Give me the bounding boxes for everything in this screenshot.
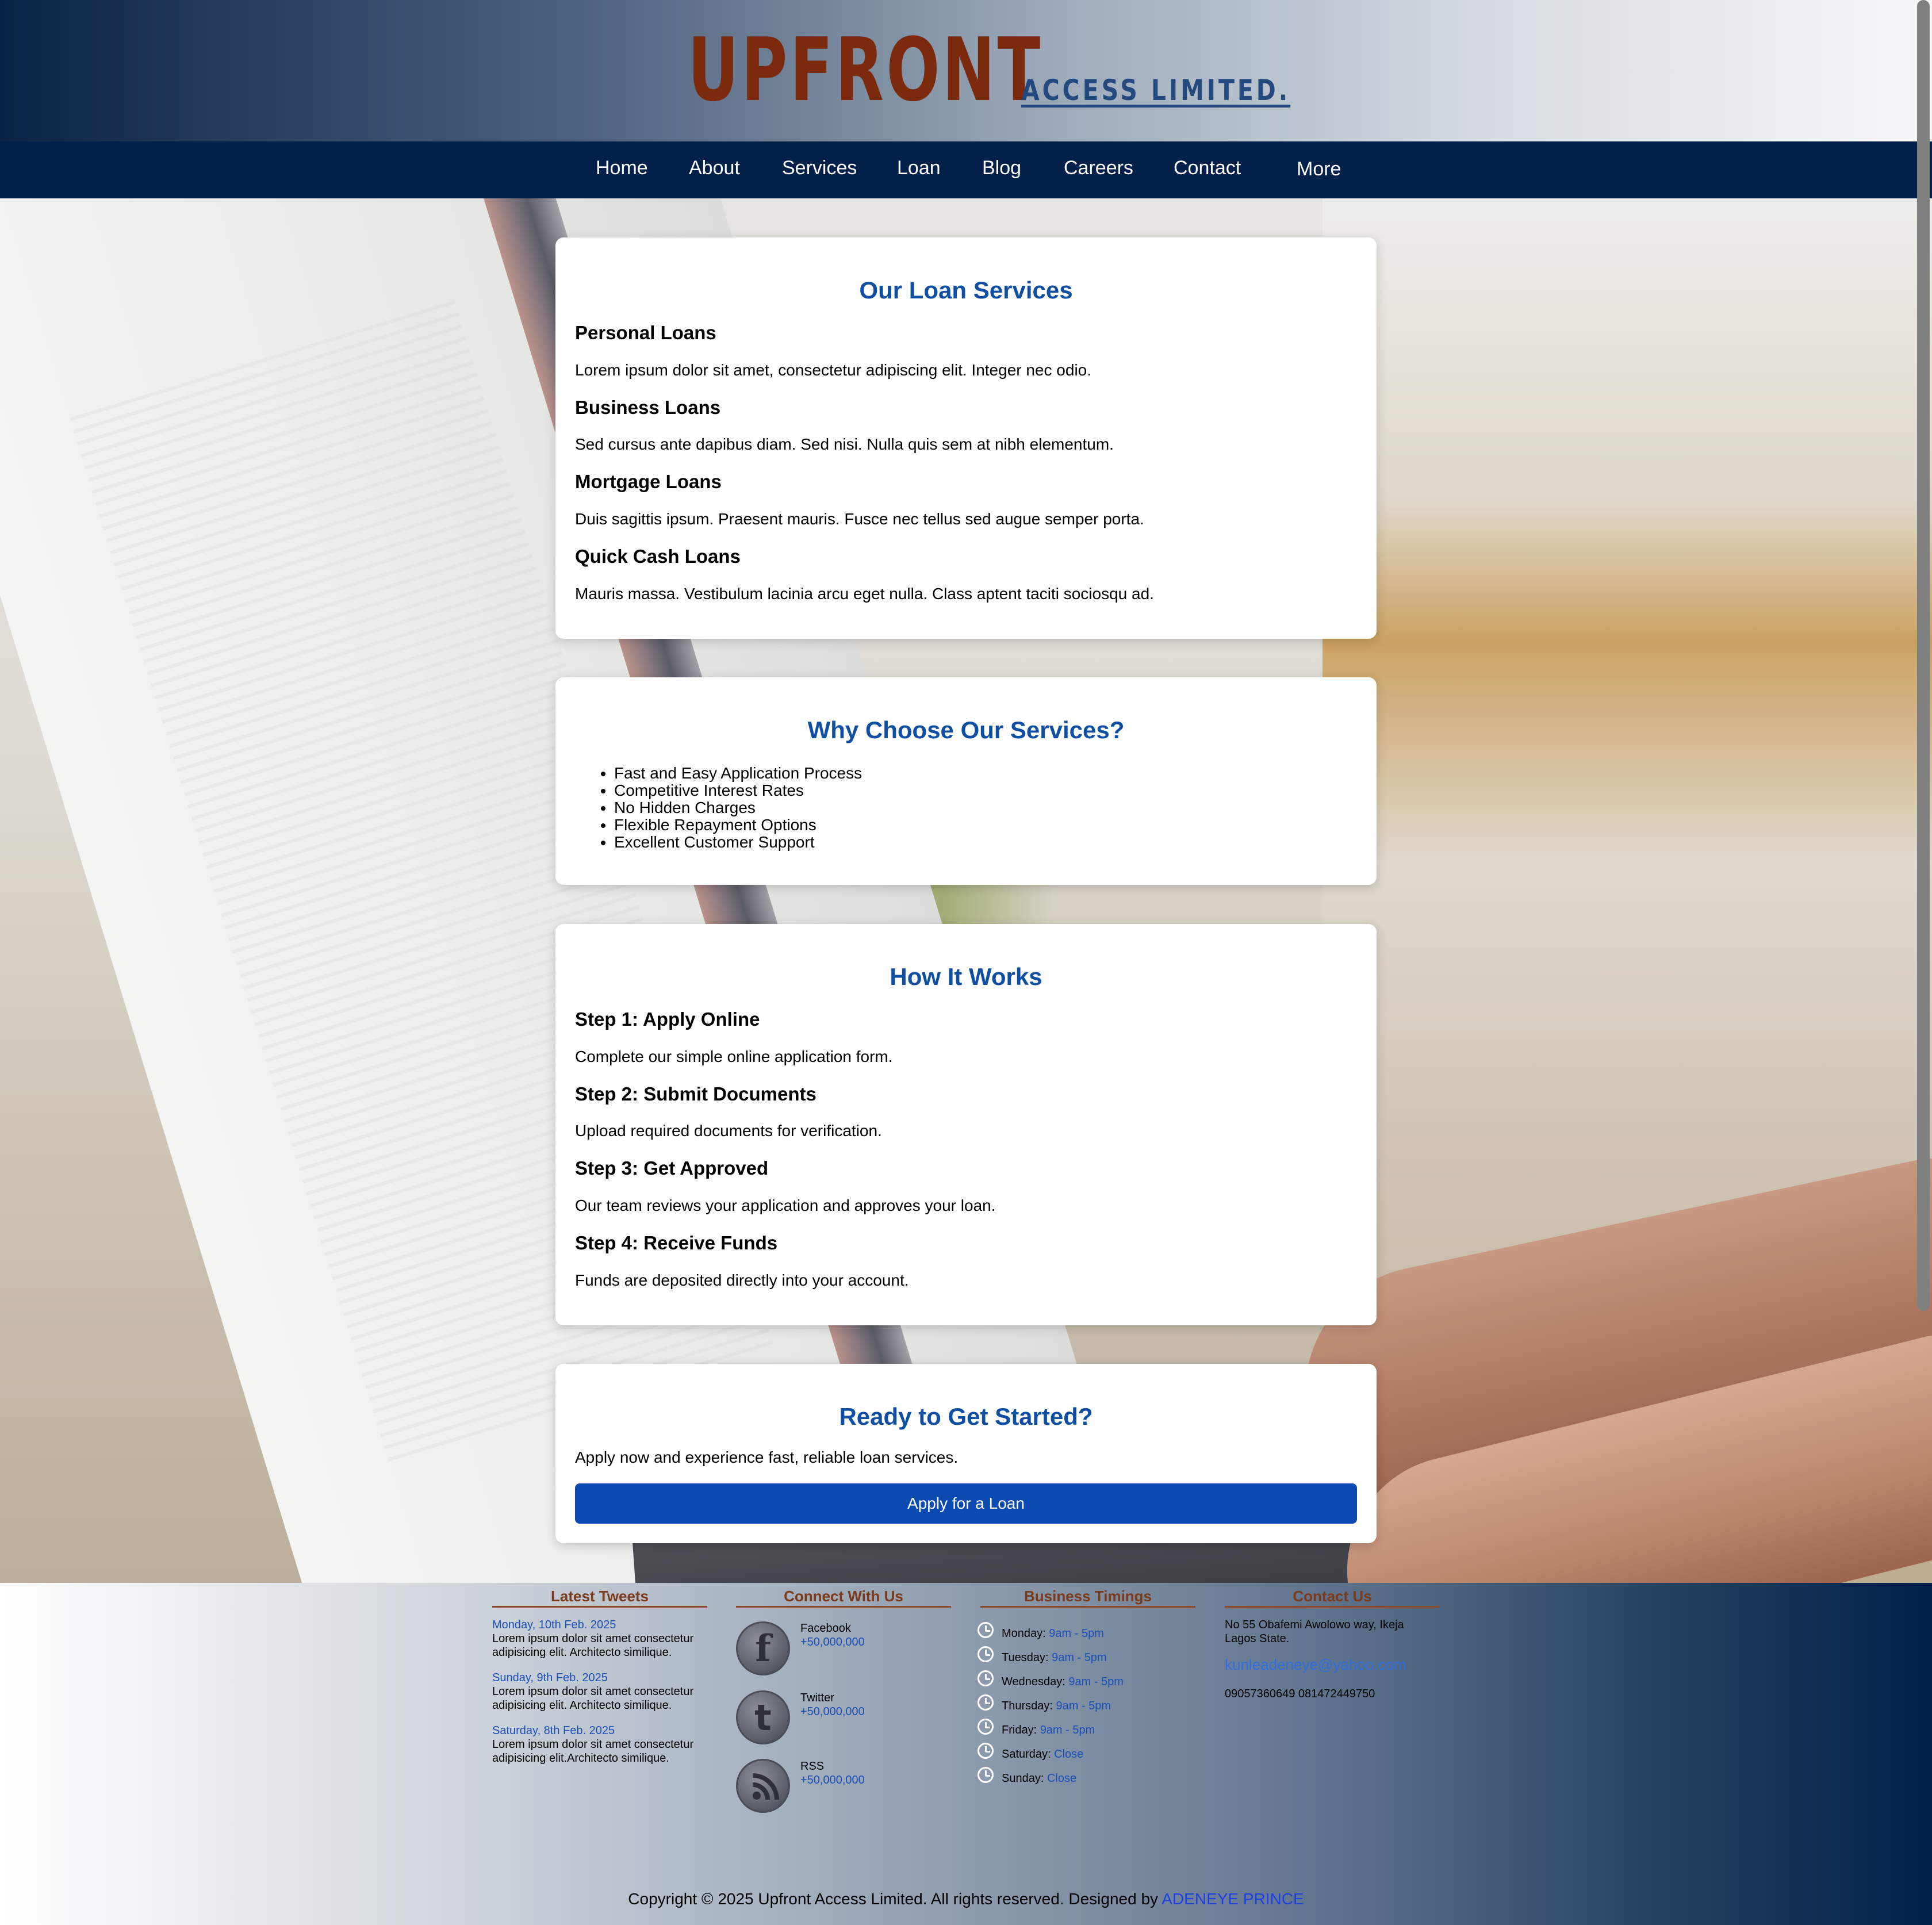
- list-item: Competitive Interest Rates: [614, 782, 862, 799]
- tweet-date[interactable]: Monday, 10th Feb. 2025: [492, 1618, 616, 1632]
- contact-address: No 55 Obafemi Awolowo way, Ikeja Lagos S…: [1225, 1619, 1404, 1645]
- timing-row: Friday: 9am - 5pm: [1002, 1723, 1095, 1737]
- connect-title: Connect With Us: [736, 1587, 951, 1608]
- contact-title: Contact Us: [1225, 1587, 1440, 1608]
- step-description: Complete our simple online application f…: [575, 1048, 893, 1065]
- nav-services[interactable]: Services: [782, 156, 857, 179]
- timing-row: Sunday: Close: [1002, 1771, 1076, 1785]
- step-heading: Step 1: Apply Online: [575, 1008, 760, 1030]
- nav-blog[interactable]: Blog: [982, 156, 1021, 179]
- nav-about[interactable]: About: [689, 156, 740, 179]
- how-it-works-title: How It Works: [890, 963, 1042, 990]
- social-name-rss[interactable]: RSS: [800, 1759, 824, 1773]
- loan-services-title: Our Loan Services: [859, 277, 1073, 304]
- social-name-facebook[interactable]: Facebook: [800, 1621, 851, 1635]
- clock-icon: [977, 1694, 994, 1711]
- timing-row: Monday: 9am - 5pm: [1002, 1627, 1104, 1640]
- tweet-text: Lorem ipsum dolor sit amet consectetur a…: [492, 1632, 694, 1659]
- service-heading: Quick Cash Loans: [575, 546, 741, 567]
- tweet-date[interactable]: Sunday, 9th Feb. 2025: [492, 1671, 608, 1685]
- day-label: Monday:: [1002, 1627, 1046, 1640]
- day-hours: 9am - 5pm: [1056, 1700, 1111, 1712]
- cta-title: Ready to Get Started?: [839, 1403, 1093, 1430]
- step-description: Our team reviews your application and ap…: [575, 1197, 996, 1214]
- day-label: Sunday:: [1002, 1772, 1044, 1785]
- tweet-text: Lorem ipsum dolor sit amet consectetur a…: [492, 1685, 694, 1712]
- service-description: Duis sagittis ipsum. Praesent mauris. Fu…: [575, 510, 1144, 528]
- list-item: No Hidden Charges: [614, 799, 862, 816]
- how-it-works-card: How It Works Step 1: Apply Online Comple…: [555, 924, 1377, 1325]
- nav-careers[interactable]: Careers: [1064, 156, 1133, 179]
- service-description: Mauris massa. Vestibulum lacinia arcu eg…: [575, 585, 1154, 603]
- clock-icon: [977, 1622, 994, 1638]
- clock-icon: [977, 1646, 994, 1662]
- site-footer: [0, 1583, 1932, 1925]
- scrollbar-thumb[interactable]: [1917, 0, 1930, 1311]
- day-label: Thursday:: [1002, 1700, 1053, 1712]
- copyright: Copyright © 2025 Upfront Access Limited.…: [0, 1889, 1932, 1909]
- day-hours: Close: [1054, 1748, 1084, 1761]
- apply-loan-button[interactable]: Apply for a Loan: [575, 1483, 1357, 1524]
- cta-text: Apply now and experience fast, reliable …: [575, 1448, 959, 1466]
- facebook-icon[interactable]: f: [736, 1621, 790, 1675]
- copyright-text: Copyright © 2025 Upfront Access Limited.…: [628, 1890, 1159, 1908]
- benefits-list: Fast and Easy Application Process Compet…: [614, 765, 862, 851]
- service-description: Lorem ipsum dolor sit amet, consectetur …: [575, 361, 1092, 379]
- step-heading: Step 2: Submit Documents: [575, 1083, 816, 1105]
- timing-row: Saturday: Close: [1002, 1747, 1083, 1761]
- contact-phones: 09057360649 081472449750: [1225, 1688, 1375, 1700]
- loan-services-card: Our Loan Services Personal Loans Lorem i…: [555, 237, 1377, 639]
- social-count: +50,000,000: [800, 1636, 865, 1648]
- day-hours: 9am - 5pm: [1052, 1651, 1107, 1664]
- designer-link[interactable]: ADENEYE PRINCE: [1162, 1890, 1304, 1908]
- timing-row: Thursday: 9am - 5pm: [1002, 1699, 1111, 1713]
- step-heading: Step 3: Get Approved: [575, 1157, 769, 1179]
- clock-icon: [977, 1743, 994, 1759]
- list-item: Fast and Easy Application Process: [614, 765, 862, 782]
- step-description: Upload required documents for verificati…: [575, 1122, 882, 1140]
- timing-row: Wednesday: 9am - 5pm: [1002, 1675, 1124, 1689]
- rss-icon[interactable]: [736, 1759, 790, 1813]
- timings-title: Business Timings: [980, 1587, 1195, 1608]
- logo-title[interactable]: UPFRONT: [688, 26, 1043, 114]
- service-description: Sed cursus ante dapibus diam. Sed nisi. …: [575, 435, 1114, 453]
- social-count: +50,000,000: [800, 1774, 865, 1786]
- logo-subtitle[interactable]: ACCESS LIMITED.: [1021, 76, 1290, 105]
- day-hours: 9am - 5pm: [1040, 1724, 1095, 1736]
- main-nav: Home About Services Loan Blog Careers Co…: [0, 141, 1932, 198]
- site-header: UPFRONT ACCESS LIMITED.: [0, 0, 1932, 141]
- tweet-date[interactable]: Saturday, 8th Feb. 2025: [492, 1724, 615, 1738]
- twitter-icon[interactable]: t: [736, 1690, 790, 1744]
- why-choose-title: Why Choose Our Services?: [807, 716, 1125, 743]
- nav-home[interactable]: Home: [596, 156, 648, 179]
- why-choose-card: Why Choose Our Services? Fast and Easy A…: [555, 677, 1377, 885]
- tweet-text: Lorem ipsum dolor sit amet consectetur a…: [492, 1738, 694, 1765]
- list-item: Flexible Repayment Options: [614, 816, 862, 834]
- nav-contact[interactable]: Contact: [1174, 156, 1241, 179]
- day-label: Saturday:: [1002, 1748, 1051, 1761]
- contact-email-link[interactable]: kunleadeneye@yahoo.com: [1225, 1656, 1406, 1673]
- day-hours: 9am - 5pm: [1068, 1675, 1124, 1688]
- day-label: Friday:: [1002, 1724, 1037, 1736]
- clock-icon: [977, 1719, 994, 1735]
- nav-more[interactable]: More: [1297, 158, 1341, 181]
- service-heading: Mortgage Loans: [575, 471, 722, 492]
- tweets-title: Latest Tweets: [492, 1587, 707, 1608]
- social-count: +50,000,000: [800, 1705, 865, 1718]
- social-name-twitter[interactable]: Twitter: [800, 1691, 834, 1705]
- day-label: Tuesday:: [1002, 1651, 1049, 1664]
- day-label: Wednesday:: [1002, 1675, 1065, 1688]
- cta-card: Ready to Get Started? Apply now and expe…: [555, 1364, 1377, 1543]
- service-heading: Business Loans: [575, 397, 721, 418]
- clock-icon: [977, 1670, 994, 1686]
- day-hours: 9am - 5pm: [1049, 1627, 1104, 1640]
- step-description: Funds are deposited directly into your a…: [575, 1271, 909, 1289]
- nav-loan[interactable]: Loan: [897, 156, 941, 179]
- day-hours: Close: [1046, 1772, 1077, 1785]
- service-heading: Personal Loans: [575, 322, 716, 343]
- clock-icon: [977, 1767, 994, 1783]
- step-heading: Step 4: Receive Funds: [575, 1232, 778, 1253]
- list-item: Excellent Customer Support: [614, 834, 862, 851]
- timing-row: Tuesday: 9am - 5pm: [1002, 1651, 1107, 1665]
